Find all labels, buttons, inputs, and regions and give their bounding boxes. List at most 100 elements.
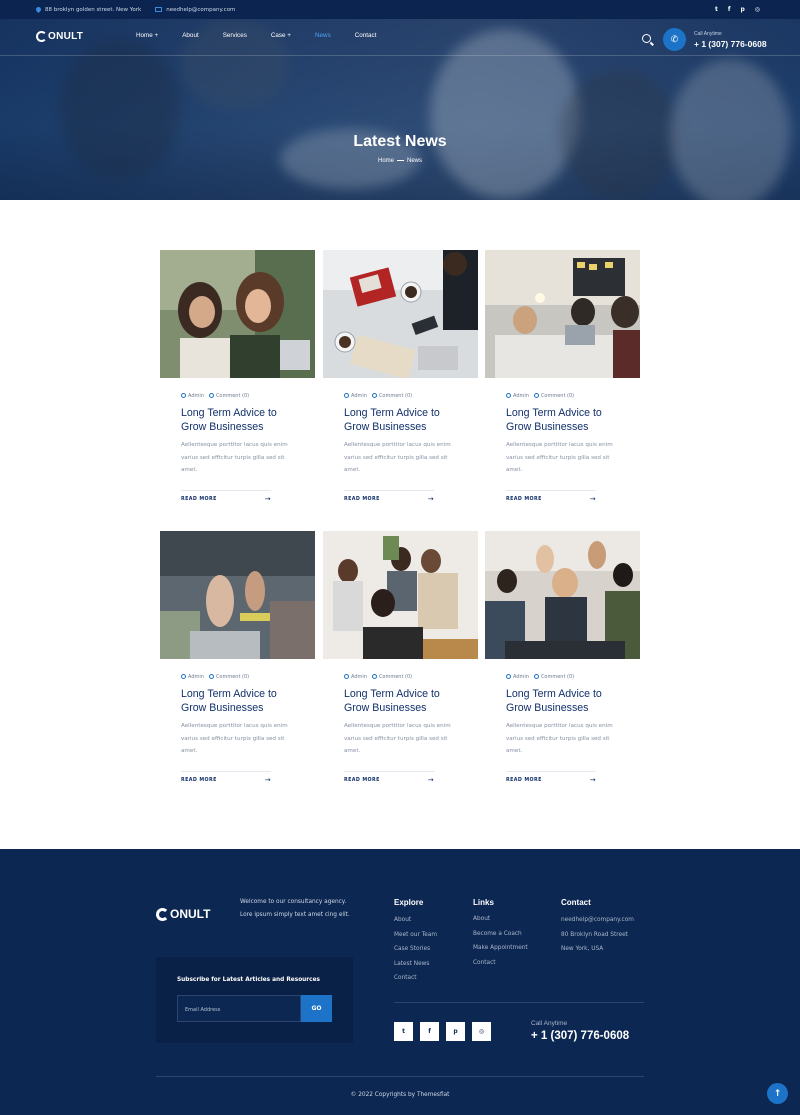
post-image[interactable]	[485, 531, 640, 659]
phone-icon[interactable]: ✆	[663, 28, 686, 51]
post-image[interactable]	[485, 250, 640, 378]
pinterest-icon[interactable]: p	[446, 1022, 465, 1041]
comments-count[interactable]: Comment (0)	[541, 393, 574, 399]
comments-count[interactable]: Comment (0)	[216, 674, 249, 680]
read-more-label[interactable]: READ MORE	[344, 497, 380, 502]
post-title[interactable]: Long Term Advice to Grow Businesses	[506, 406, 626, 434]
post-excerpt: Aellentesque porttitor lacus quis enim v…	[344, 442, 451, 473]
breadcrumb-separator	[397, 159, 404, 161]
author-name[interactable]: Admin	[513, 674, 529, 680]
post-author[interactable]: Admin	[344, 393, 367, 399]
author-name[interactable]: Admin	[188, 393, 204, 399]
post-author[interactable]: Admin	[506, 393, 529, 399]
post-title[interactable]: Long Term Advice to Grow Businesses	[344, 687, 464, 715]
read-more-link[interactable]: READ MORE →	[181, 771, 271, 784]
user-icon	[344, 674, 349, 679]
email-input[interactable]: Email Address	[177, 995, 301, 1022]
email-text[interactable]: needhelp@company.com	[166, 7, 235, 13]
facebook-icon[interactable]: f	[728, 6, 731, 13]
comment-icon	[371, 393, 377, 398]
header-call[interactable]: Call Anytime + 1 (307) 776-0608	[694, 31, 767, 49]
post-author[interactable]: Admin	[506, 674, 529, 680]
post-comments[interactable]: Comment (0)	[208, 393, 249, 399]
footer-link[interactable]: About	[394, 917, 437, 932]
news-card: Admin Comment (0) Long Term Advice to Gr…	[485, 531, 640, 791]
comments-count[interactable]: Comment (0)	[379, 393, 412, 399]
contact-email[interactable]: needhelp@company.com	[561, 917, 634, 932]
author-name[interactable]: Admin	[188, 674, 204, 680]
search-icon[interactable]	[642, 34, 651, 43]
comments-count[interactable]: Comment (0)	[379, 674, 412, 680]
footer-logo[interactable]: ONULT	[156, 907, 210, 921]
comments-count[interactable]: Comment (0)	[541, 674, 574, 680]
post-image[interactable]	[323, 250, 478, 378]
post-excerpt: Aellentesque porttitor lacus quis enim v…	[181, 723, 288, 754]
read-more-link[interactable]: READ MORE →	[344, 490, 434, 503]
logo-c-icon	[36, 31, 47, 42]
footer-link[interactable]: Make Appointment	[473, 945, 528, 960]
instagram-icon[interactable]: ◎	[472, 1022, 491, 1041]
post-comments[interactable]: Comment (0)	[208, 674, 249, 680]
author-name[interactable]: Admin	[351, 393, 367, 399]
read-more-link[interactable]: READ MORE →	[506, 490, 596, 503]
nav-item-home[interactable]: Home +	[136, 32, 158, 39]
read-more-link[interactable]: READ MORE →	[506, 771, 596, 784]
post-title[interactable]: Long Term Advice to Grow Businesses	[344, 406, 464, 434]
email-info[interactable]: needhelp@company.com	[155, 7, 235, 13]
post-image[interactable]	[323, 531, 478, 659]
arrow-up-icon: ↑	[773, 1088, 782, 1099]
subscribe-box: Subscribe for Latest Articles and Resour…	[156, 957, 353, 1043]
read-more-link[interactable]: READ MORE →	[181, 490, 271, 503]
post-comments[interactable]: Comment (0)	[371, 393, 412, 399]
twitter-icon[interactable]: t	[715, 6, 718, 13]
footer-call[interactable]: Call Anytime + 1 (307) 776-0608	[531, 1020, 629, 1042]
news-card: Admin Comment (0) Long Term Advice to Gr…	[160, 250, 315, 510]
facebook-icon[interactable]: f	[420, 1022, 439, 1041]
read-more-label[interactable]: READ MORE	[506, 497, 542, 502]
post-author[interactable]: Admin	[344, 674, 367, 680]
post-title[interactable]: Long Term Advice to Grow Businesses	[181, 406, 301, 434]
call-number[interactable]: + 1 (307) 776-0608	[694, 39, 767, 49]
footer-link[interactable]: About	[473, 916, 528, 931]
footer-call-number[interactable]: + 1 (307) 776-0608	[531, 1030, 629, 1042]
post-author[interactable]: Admin	[181, 674, 204, 680]
breadcrumb-home[interactable]: Home	[378, 158, 394, 164]
scroll-to-top-button[interactable]: ↑	[767, 1083, 788, 1104]
post-meta: Admin Comment (0)	[181, 393, 249, 399]
footer-link[interactable]: Become a Coach	[473, 931, 528, 946]
instagram-icon[interactable]: ◎	[755, 6, 760, 13]
nav-item-news[interactable]: News	[315, 32, 331, 39]
read-more-label[interactable]: READ MORE	[181, 778, 217, 783]
footer-link[interactable]: Contact	[394, 975, 437, 990]
nav-item-about[interactable]: About	[182, 32, 198, 39]
footer-link[interactable]: Meet our Team	[394, 932, 437, 947]
read-more-label[interactable]: READ MORE	[344, 778, 380, 783]
post-title[interactable]: Long Term Advice to Grow Businesses	[506, 687, 626, 715]
footer-link[interactable]: Latest News	[394, 961, 437, 976]
post-image[interactable]	[160, 250, 315, 378]
author-name[interactable]: Admin	[351, 674, 367, 680]
nav-item-services[interactable]: Services	[223, 32, 247, 39]
nav-item-contact[interactable]: Contact	[355, 32, 377, 39]
post-author[interactable]: Admin	[181, 393, 204, 399]
read-more-link[interactable]: READ MORE →	[344, 771, 434, 784]
footer-link[interactable]: Contact	[473, 960, 528, 975]
footer-link[interactable]: Case Stories	[394, 946, 437, 961]
post-image[interactable]	[160, 531, 315, 659]
nav-item-case[interactable]: Case +	[271, 32, 291, 39]
comments-count[interactable]: Comment (0)	[216, 393, 249, 399]
site-logo[interactable]: ONULT	[36, 31, 83, 42]
post-comments[interactable]: Comment (0)	[533, 393, 574, 399]
contact-street: 80 Broklyn Road Street	[561, 931, 628, 938]
subscribe-button[interactable]: GO	[301, 995, 332, 1022]
comment-icon	[208, 393, 214, 398]
twitter-icon[interactable]: t	[394, 1022, 413, 1041]
read-more-label[interactable]: READ MORE	[506, 778, 542, 783]
post-comments[interactable]: Comment (0)	[533, 674, 574, 680]
author-name[interactable]: Admin	[513, 393, 529, 399]
pinterest-icon[interactable]: p	[740, 6, 744, 13]
links-title: Links	[473, 898, 494, 907]
post-title[interactable]: Long Term Advice to Grow Businesses	[181, 687, 301, 715]
post-comments[interactable]: Comment (0)	[371, 674, 412, 680]
read-more-label[interactable]: READ MORE	[181, 497, 217, 502]
